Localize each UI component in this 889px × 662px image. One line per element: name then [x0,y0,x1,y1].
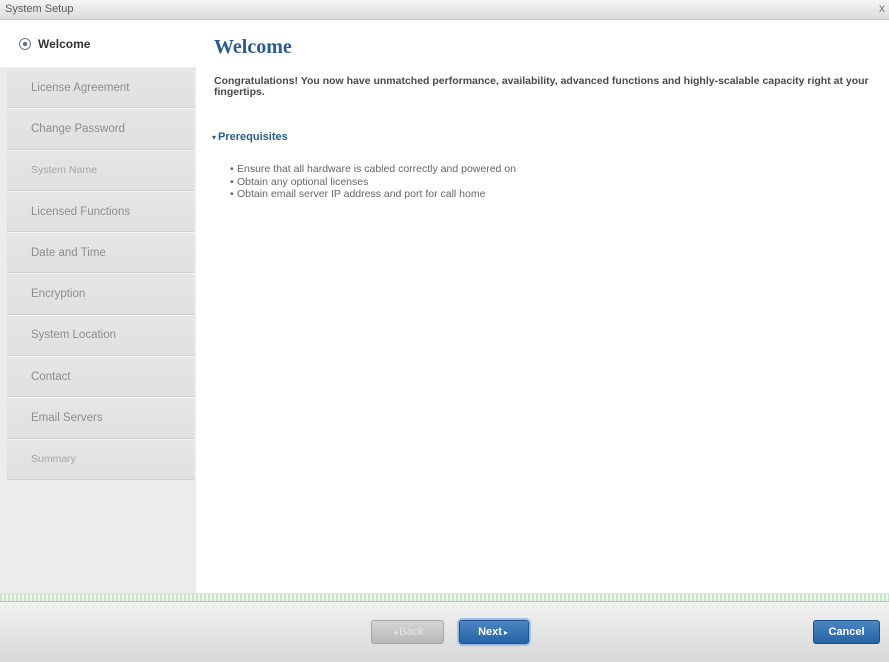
sidebar-item-label: Change Password [31,122,125,135]
back-button[interactable]: ◂ Back [371,620,444,644]
prerequisites-toggle[interactable]: ▾ Prerequisites [212,131,288,143]
close-icon[interactable]: x [879,1,885,15]
sidebar-item-label: Welcome [38,37,91,51]
sidebar-item-label: Email Servers [31,412,103,425]
window-title: System Setup [5,3,74,15]
sidebar-item-change-password[interactable]: Change Password [7,108,194,150]
back-label: Back [399,626,424,638]
separator-band [0,593,889,601]
sidebar-item-contact[interactable]: Contact [7,356,194,398]
sidebar-item-label: Date and Time [31,246,106,259]
sidebar-item-system-name[interactable]: System Name [7,149,194,191]
sidebar-item-system-location[interactable]: System Location [7,314,194,357]
intro-text: Congratulations! You now have unmatched … [214,75,869,98]
sidebar-item-label: License Agreement [31,81,130,94]
main-panel: Welcome Congratulations! You now have un… [196,21,889,593]
sidebar-item-label: Licensed Functions [31,205,131,218]
expand-triangle-icon: ▾ [212,133,217,142]
sidebar-item-label: Encryption [31,288,86,301]
sidebar-item-licensed-functions[interactable]: Licensed Functions [7,190,194,233]
sidebar-item-label: System Name [31,164,97,177]
sidebar-item-label: Summary [31,453,76,466]
sidebar-item-label: System Location [31,329,117,342]
cancel-label: Cancel [828,626,865,638]
section-title: Prerequisites [218,131,288,143]
page-title: Welcome [214,36,292,58]
next-button[interactable]: Next ▸ [459,620,529,644]
sidebar-item-email-servers[interactable]: Email Servers [7,397,194,439]
sidebar: Welcome License Agreement Change Passwor… [0,21,196,593]
sidebar-item-license-agreement[interactable]: License Agreement [7,67,194,109]
footer-bar: ◂ Back Next ▸ Cancel [0,601,889,662]
next-label: Next [478,626,502,638]
title-bar: System Setup x [0,0,889,20]
sidebar-item-summary[interactable]: Summary [7,438,194,480]
radio-selected-icon [19,38,31,50]
step-list: License Agreement Change Password System… [7,67,194,480]
sidebar-item-welcome[interactable]: Welcome [0,21,196,67]
sidebar-item-date-and-time[interactable]: Date and Time [7,232,194,274]
list-item: Ensure that all hardware is cabled corre… [230,163,516,176]
prerequisites-list: Ensure that all hardware is cabled corre… [230,163,516,201]
next-arrow-icon: ▸ [503,627,508,637]
cancel-button[interactable]: Cancel [813,620,880,644]
list-item: Obtain email server IP address and port … [230,188,516,201]
back-arrow-icon: ◂ [393,627,398,637]
sidebar-item-encryption[interactable]: Encryption [7,273,194,315]
sidebar-item-label: Contact [31,370,71,383]
list-item: Obtain any optional licenses [230,176,516,189]
